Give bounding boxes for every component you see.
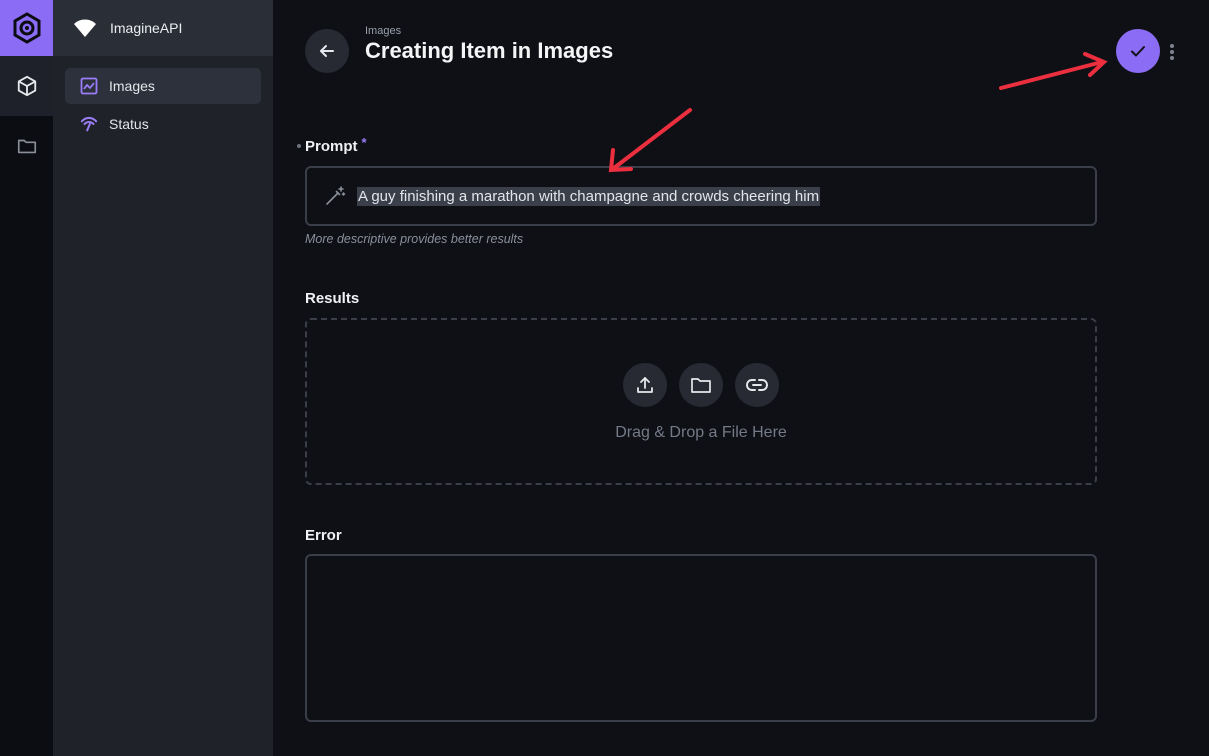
module-files-button[interactable] bbox=[0, 116, 53, 176]
nav-item-label: Images bbox=[109, 78, 155, 94]
prompt-hint: More descriptive provides better results bbox=[305, 232, 524, 246]
app-logo[interactable] bbox=[0, 0, 53, 56]
prompt-label-text: Prompt bbox=[305, 138, 358, 155]
nav-item-label: Status bbox=[109, 116, 149, 132]
link-icon bbox=[746, 379, 768, 391]
dropzone-text: Drag & Drop a File Here bbox=[615, 424, 787, 441]
breadcrumb[interactable]: Images bbox=[365, 25, 401, 37]
upload-icon bbox=[637, 377, 653, 393]
navigation-panel: ImagineAPI Images Status bbox=[53, 0, 273, 756]
project-name: ImagineAPI bbox=[110, 20, 183, 36]
prompt-input[interactable]: A guy finishing a marathon with champagn… bbox=[305, 166, 1097, 226]
file-dropzone[interactable]: Drag & Drop a File Here bbox=[305, 318, 1097, 485]
folder-icon bbox=[17, 139, 36, 154]
required-marker: * bbox=[361, 135, 367, 150]
image-chart-icon bbox=[80, 77, 98, 95]
arrow-left-icon bbox=[320, 45, 334, 57]
more-vertical-icon bbox=[1170, 44, 1174, 60]
page-title: Creating Item in Images bbox=[365, 38, 614, 63]
annotation-arrow-prompt bbox=[608, 108, 692, 173]
prompt-label: Prompt * bbox=[305, 135, 367, 155]
wifi-icon bbox=[74, 19, 96, 37]
choose-from-library-button[interactable] bbox=[679, 363, 723, 407]
error-textarea[interactable] bbox=[305, 554, 1097, 722]
project-header[interactable]: ImagineAPI bbox=[53, 0, 273, 56]
more-options-button[interactable] bbox=[1164, 40, 1180, 64]
module-content-button[interactable] bbox=[0, 56, 53, 116]
logo-icon bbox=[13, 12, 40, 44]
back-button[interactable] bbox=[305, 29, 349, 73]
folder-icon bbox=[691, 378, 711, 393]
nav-item-images[interactable]: Images bbox=[65, 68, 261, 104]
import-from-url-button[interactable] bbox=[735, 363, 779, 407]
magic-pen-icon bbox=[324, 185, 346, 207]
save-button[interactable] bbox=[1116, 29, 1160, 73]
field-edited-indicator bbox=[297, 144, 301, 148]
box-icon bbox=[17, 75, 36, 97]
results-label: Results bbox=[305, 290, 360, 307]
nav-item-status[interactable]: Status bbox=[65, 106, 261, 142]
module-bar bbox=[0, 0, 53, 756]
prompt-value[interactable]: A guy finishing a marathon with champagn… bbox=[357, 186, 821, 206]
signal-icon bbox=[80, 115, 98, 133]
annotation-arrow-save bbox=[999, 52, 1108, 90]
upload-file-button[interactable] bbox=[623, 363, 667, 407]
error-label: Error bbox=[305, 527, 342, 544]
check-icon bbox=[1131, 46, 1145, 57]
